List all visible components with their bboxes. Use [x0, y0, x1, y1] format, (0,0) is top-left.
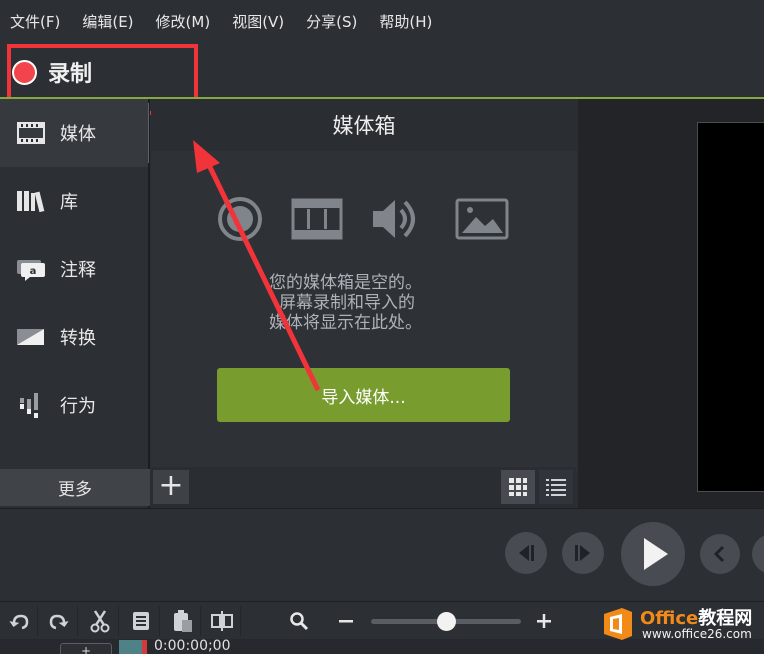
chevron-left-icon [713, 545, 725, 563]
watermark-url: www.office26.com [642, 627, 752, 641]
step-forward-icon [575, 545, 590, 561]
film-icon [291, 198, 343, 240]
media-bin-panel: 媒体箱 您的媒体箱是空的。 屏幕录制和导入的 媒体将显示在此处。 导入媒体... [151, 99, 577, 508]
more-button[interactable]: 更多 [0, 469, 150, 506]
panel-title: 媒体箱 [151, 99, 577, 151]
list-view-icon[interactable] [539, 470, 573, 504]
timecode: 0:00:00;00 [154, 638, 231, 654]
record-icon [218, 197, 262, 241]
sidebar-item-label: 转换 [60, 328, 96, 349]
empty-message: 您的媒体箱是空的。 屏幕录制和导入的 媒体将显示在此处。 [249, 273, 549, 333]
transition-icon [16, 324, 46, 350]
sidebar-item-behaviors[interactable]: 行为 [0, 371, 148, 439]
empty-state-icons [218, 197, 509, 241]
sidebar-item-transitions[interactable]: 转换 [0, 303, 148, 371]
minus-icon [339, 620, 353, 623]
play-button[interactable] [621, 522, 685, 586]
playback-controls [0, 508, 764, 601]
paste-icon[interactable] [163, 606, 201, 636]
sidebar-item-label: 注释 [60, 260, 96, 281]
plus-icon [537, 614, 551, 628]
annotation-icon: a [16, 256, 46, 282]
sidebar-item-label: 库 [60, 192, 78, 213]
preview-panel [578, 99, 764, 508]
zoom-icon[interactable] [280, 606, 318, 636]
split-icon[interactable] [203, 606, 241, 636]
menu-view[interactable]: 视图(V) [232, 11, 284, 32]
library-icon [16, 188, 46, 214]
redo-icon[interactable] [40, 606, 78, 636]
sidebar-item-label: 媒体 [60, 124, 96, 145]
add-media-button[interactable]: + [153, 470, 189, 504]
empty-message-line: 您的媒体箱是空的。 [269, 273, 422, 293]
behavior-icon [16, 392, 46, 418]
audio-icon [373, 200, 415, 238]
image-icon [455, 198, 509, 240]
copy-icon[interactable] [122, 606, 160, 636]
import-media-button[interactable]: 导入媒体... [217, 368, 510, 422]
scissors-icon[interactable] [81, 606, 119, 636]
add-track-button[interactable]: + [60, 643, 112, 654]
sidebar-item-library[interactable]: 库 [0, 167, 148, 235]
step-back-icon [519, 545, 534, 561]
next-frame-button[interactable] [562, 532, 604, 574]
sidebar-item-annotations[interactable]: a 注释 [0, 235, 148, 303]
bin-footer: + [151, 467, 577, 508]
empty-message-line: 屏幕录制和导入的 [279, 293, 415, 313]
preview-canvas[interactable] [697, 122, 764, 492]
zoom-in-button[interactable] [525, 606, 563, 636]
undo-icon[interactable] [0, 606, 38, 636]
svg-text:a: a [30, 266, 37, 277]
previous-frame-button[interactable] [505, 532, 547, 574]
empty-message-line: 媒体将显示在此处。 [269, 313, 422, 333]
watermark-title-a: Office [640, 608, 699, 629]
grid-view-icon[interactable] [501, 470, 535, 504]
watermark-title-b: 教程网 [698, 608, 753, 629]
menu-share[interactable]: 分享(S) [306, 11, 357, 32]
menu-file[interactable]: 文件(F) [10, 11, 60, 32]
sidebar-item-media[interactable]: 媒体 [0, 99, 148, 167]
watermark: Office教程网 www.office26.com [600, 604, 762, 646]
film-icon [16, 120, 46, 146]
sidebar-item-label: 行为 [60, 396, 96, 417]
zoom-out-button[interactable] [327, 606, 365, 636]
office-logo [604, 608, 632, 640]
menu-help[interactable]: 帮助(H) [379, 11, 432, 32]
previous-clip-button[interactable] [700, 534, 740, 574]
next-clip-button[interactable] [752, 534, 764, 574]
tool-sidebar: 媒体 库 a 注释 转换 行为 更多 [0, 99, 150, 508]
menu-bar: 文件(F) 编辑(E) 修改(M) 视图(V) 分享(S) 帮助(H) [0, 0, 764, 42]
menu-modify[interactable]: 修改(M) [156, 11, 211, 32]
menu-edit[interactable]: 编辑(E) [82, 11, 133, 32]
playhead[interactable] [119, 640, 147, 654]
zoom-slider-handle[interactable] [437, 612, 456, 631]
play-icon [644, 538, 668, 570]
